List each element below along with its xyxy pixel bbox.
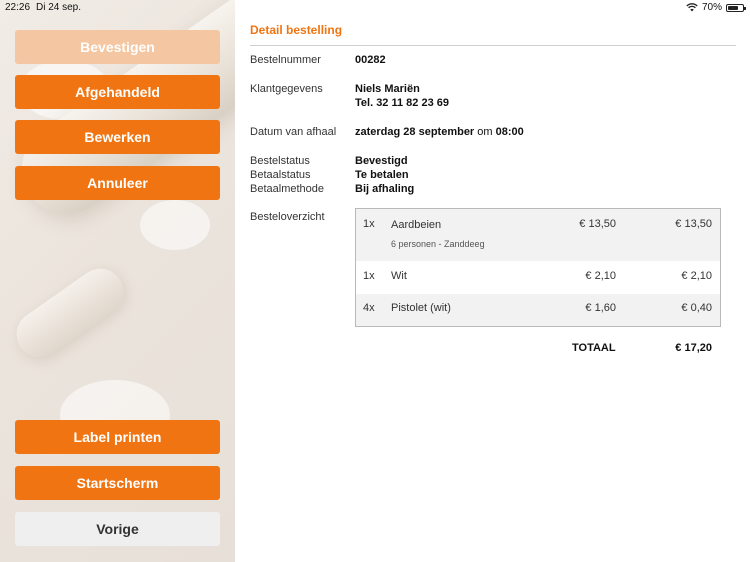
item-quantity: 4x — [363, 302, 375, 314]
order-items-table: 1x Aardbeien 6 personen - Zanddeeg € 13,… — [355, 208, 721, 327]
table-row: 1x Wit € 2,10 € 2,10 — [356, 261, 720, 294]
pickup-value: zaterdag 28 september om 08:00 — [355, 125, 524, 139]
table-row: 4x Pistolet (wit) € 1,60 € 0,40 — [356, 294, 720, 326]
title-divider — [250, 45, 736, 46]
payment-status-label: Betaalstatus — [250, 169, 311, 181]
item-total: € 0,40 — [681, 302, 712, 314]
total-label: TOTAAL — [572, 342, 616, 354]
status-date: Di 24 sep. — [36, 2, 82, 13]
payment-method-label: Betaalmethode — [250, 183, 324, 195]
page-title: Detail bestelling — [250, 23, 343, 37]
handled-button[interactable]: Afgehandeld — [15, 75, 220, 109]
pickup-date: zaterdag 28 september — [355, 126, 475, 138]
payment-status-value: Te betalen — [355, 169, 409, 181]
table-row: 1x Aardbeien 6 personen - Zanddeeg € 13,… — [356, 209, 720, 261]
item-price: € 1,60 — [585, 302, 616, 314]
battery-percentage: 70% — [701, 2, 722, 13]
payment-method-value: Bij afhaling — [355, 183, 415, 195]
order-number-value: 00282 — [355, 54, 386, 66]
item-price: € 2,10 — [585, 270, 616, 282]
sidebar: Bevestigen Afgehandeld Bewerken Annuleer… — [0, 0, 235, 562]
wifi-icon — [686, 3, 698, 12]
status-value: Bevestigd — [355, 155, 408, 167]
battery-icon — [726, 3, 746, 12]
rolling-pin-handle-image — [7, 259, 133, 367]
print-label-button[interactable]: Label printen — [15, 420, 220, 454]
pickup-at: om — [477, 126, 493, 138]
status-time: 22:26 — [5, 2, 31, 13]
pickup-time: 08:00 — [495, 126, 524, 138]
customer-name: Niels Mariën — [355, 83, 420, 95]
previous-button[interactable]: Vorige — [15, 512, 220, 546]
battery-fill — [728, 5, 738, 10]
item-quantity: 1x — [363, 270, 375, 282]
order-number-label: Bestelnummer — [250, 54, 321, 66]
customer-phone: Tel. 32 11 82 23 69 — [355, 97, 449, 109]
status-label: Bestelstatus — [250, 155, 310, 167]
order-detail-panel: Detail bestelling Bestelnummer 00282 Kla… — [235, 0, 750, 562]
cancel-button[interactable]: Annuleer — [15, 166, 220, 200]
item-price: € 13,50 — [579, 218, 616, 230]
item-note: 6 personen - Zanddeeg — [391, 239, 485, 249]
item-name: Wit — [391, 270, 407, 282]
pickup-label: Datum van afhaal — [250, 126, 337, 138]
flour-decoration — [140, 200, 210, 250]
status-right: 70% — [686, 2, 746, 13]
item-name: Pistolet (wit) — [391, 302, 451, 314]
item-quantity: 1x — [363, 218, 375, 230]
edit-button[interactable]: Bewerken — [15, 120, 220, 154]
customer-label: Klantgegevens — [250, 83, 323, 95]
status-bar: 22:26 Di 24 sep. 70% — [0, 0, 750, 14]
total-value: € 17,20 — [675, 342, 712, 354]
overview-label: Besteloverzicht — [250, 211, 325, 223]
confirm-button[interactable]: Bevestigen — [15, 30, 220, 64]
item-name: Aardbeien — [391, 219, 442, 231]
item-total: € 13,50 — [675, 218, 712, 230]
home-button[interactable]: Startscherm — [15, 466, 220, 500]
item-total: € 2,10 — [681, 270, 712, 282]
